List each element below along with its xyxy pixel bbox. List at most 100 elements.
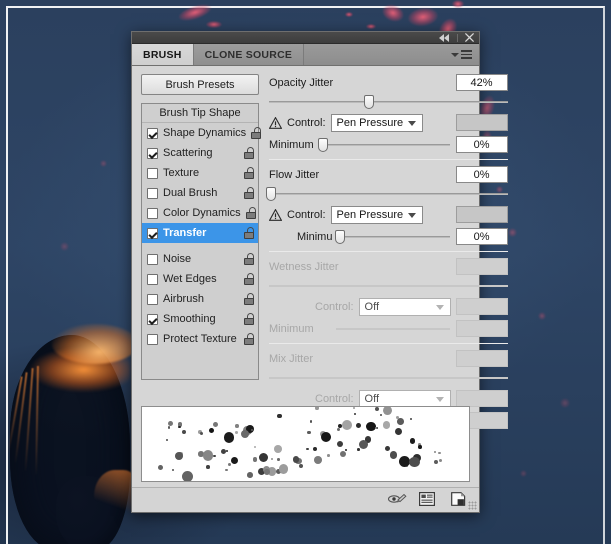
opacity-minimum-value[interactable]: 0%: [456, 136, 508, 153]
lock-open-icon[interactable]: [244, 147, 254, 159]
flow-jitter-value[interactable]: 0%: [456, 166, 508, 183]
brush-preview-dot: [410, 438, 416, 444]
chevron-down-icon: [436, 305, 444, 310]
checkbox-airbrush[interactable]: [147, 294, 158, 305]
checkbox-shape-dynamics[interactable]: [147, 128, 158, 139]
opacity-minimum-row[interactable]: Minimum 0%: [269, 136, 508, 153]
brush-tip-shape-item[interactable]: Brush Tip Shape: [142, 104, 258, 123]
mix-jitter-value: [456, 350, 508, 367]
slider-knob[interactable]: [335, 230, 345, 244]
lock-open-icon[interactable]: [244, 227, 254, 239]
brush-preview-dot: [203, 450, 214, 461]
option-scattering[interactable]: Scattering: [142, 143, 258, 163]
lock-open-icon[interactable]: [251, 127, 261, 139]
tab-brush[interactable]: BRUSH: [132, 44, 194, 65]
brush-options-list[interactable]: Brush Tip Shape Shape Dynamics Scatterin…: [141, 103, 259, 380]
brush-preview-dot: [354, 413, 356, 415]
option-shape-dynamics[interactable]: Shape Dynamics: [142, 123, 258, 143]
option-wet-edges[interactable]: Wet Edges: [142, 269, 258, 289]
checkbox-noise[interactable]: [147, 254, 158, 265]
slider-knob[interactable]: [364, 95, 374, 109]
brush-preview-dot: [314, 456, 322, 464]
chevron-down-icon: [408, 121, 416, 126]
brush-presets-panel-icon[interactable]: [419, 492, 437, 508]
checkbox-protect-texture[interactable]: [147, 334, 158, 345]
opacity-minimum-slider[interactable]: [318, 138, 450, 152]
brush-preview-dot: [228, 463, 231, 466]
lock-open-icon[interactable]: [244, 333, 254, 345]
opacity-control-select[interactable]: Pen Pressure: [331, 114, 423, 132]
lock-open-icon[interactable]: [244, 253, 254, 265]
option-label: Wet Edges: [163, 273, 239, 285]
checkbox-wet-edges[interactable]: [147, 274, 158, 285]
flow-minimum-row[interactable]: Minimu 0%: [269, 228, 508, 245]
brush-preview-dot: [175, 452, 183, 460]
brush-panel[interactable]: BRUSH CLONE SOURCE Brush Presets Brush T…: [131, 31, 480, 513]
tab-clone-source[interactable]: CLONE SOURCE: [194, 44, 305, 65]
checkbox-color-dynamics[interactable]: [147, 208, 158, 219]
toggle-brush-preview-icon[interactable]: [387, 492, 405, 508]
brush-preview-dot: [383, 421, 391, 429]
option-dual-brush[interactable]: Dual Brush: [142, 183, 258, 203]
brush-preview-dot: [380, 414, 382, 416]
particle-spark: [345, 12, 353, 17]
brush-preview-dot: [345, 449, 347, 451]
warning-triangle-icon: [269, 209, 282, 221]
lock-open-icon[interactable]: [246, 207, 256, 219]
section-divider: [269, 159, 508, 160]
option-airbrush[interactable]: Airbrush: [142, 289, 258, 309]
option-label: Protect Texture: [163, 333, 239, 345]
brush-preview-dot: [224, 432, 235, 443]
mix-jitter-label: Mix Jitter: [269, 353, 313, 365]
option-noise[interactable]: Noise: [142, 249, 258, 269]
option-label: Texture: [163, 167, 239, 179]
checkbox-texture[interactable]: [147, 168, 158, 179]
checkbox-dual-brush[interactable]: [147, 188, 158, 199]
close-icon[interactable]: [465, 33, 474, 42]
slider-knob[interactable]: [266, 187, 276, 201]
option-smoothing[interactable]: Smoothing: [142, 309, 258, 329]
new-brush-icon[interactable]: [451, 492, 469, 508]
flow-minimum-slider[interactable]: [336, 230, 449, 244]
lock-open-icon[interactable]: [244, 167, 254, 179]
collapse-panel-icon[interactable]: [439, 34, 450, 42]
brush-presets-button[interactable]: Brush Presets: [141, 74, 259, 95]
panel-menu-icon[interactable]: [447, 44, 479, 65]
panel-tabstrip[interactable]: BRUSH CLONE SOURCE: [132, 44, 479, 66]
panel-titlebar[interactable]: [132, 32, 479, 44]
slider-track: [336, 236, 449, 238]
opacity-jitter-value[interactable]: 42%: [456, 74, 508, 91]
particle-spark: [366, 24, 376, 29]
flow-minimum-value[interactable]: 0%: [456, 228, 508, 245]
lock-open-icon[interactable]: [244, 313, 254, 325]
brush-preview-dot: [353, 407, 355, 409]
slider-track: [318, 144, 450, 146]
flow-minimum-label: Minimu: [297, 231, 332, 243]
checkbox-smoothing[interactable]: [147, 314, 158, 325]
option-transfer[interactable]: Transfer: [142, 223, 258, 243]
artwork-creature-silhouette: [0, 320, 140, 544]
option-texture[interactable]: Texture: [142, 163, 258, 183]
flow-jitter-slider[interactable]: [269, 187, 508, 201]
lock-open-icon[interactable]: [244, 273, 254, 285]
checkbox-scattering[interactable]: [147, 148, 158, 159]
option-color-dynamics[interactable]: Color Dynamics: [142, 203, 258, 223]
option-label: Shape Dynamics: [163, 127, 246, 139]
lock-open-icon[interactable]: [244, 293, 254, 305]
chevron-down-icon: [408, 213, 416, 218]
lock-open-icon[interactable]: [244, 187, 254, 199]
resize-grip[interactable]: [468, 501, 477, 510]
brush-preview-dot: [434, 451, 436, 453]
section-divider: [269, 251, 508, 252]
brush-stroke-preview: [141, 406, 470, 482]
slider-knob[interactable]: [318, 138, 328, 152]
flow-control-select[interactable]: Pen Pressure: [331, 206, 423, 224]
brush-preview-dot: [293, 456, 299, 462]
section-divider: [269, 343, 508, 344]
brush-preview-dot: [221, 449, 226, 454]
option-protect-texture[interactable]: Protect Texture: [142, 329, 258, 349]
opacity-jitter-slider[interactable]: [269, 95, 508, 109]
wetness-control-row: Control: Off: [269, 297, 508, 316]
checkbox-transfer[interactable]: [147, 228, 158, 239]
brush-preview-dot: [213, 455, 215, 457]
